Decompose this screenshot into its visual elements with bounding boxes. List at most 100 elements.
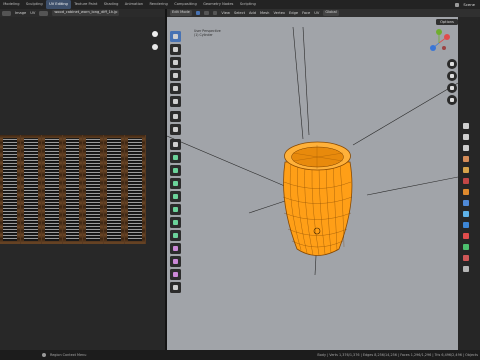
bevel-tool[interactable] <box>170 178 181 189</box>
object-props-icon[interactable] <box>463 189 469 195</box>
knife-tool[interactable] <box>170 204 181 215</box>
particles-icon[interactable] <box>463 211 469 217</box>
editor-type-button[interactable] <box>2 10 11 16</box>
workspace-tab[interactable]: UV Editing <box>45 0 72 9</box>
bevel-icon <box>173 181 178 186</box>
constraints-icon[interactable] <box>463 233 469 239</box>
workspace-tab[interactable]: Compositing <box>171 0 200 9</box>
loop-cut-tool[interactable] <box>170 191 181 202</box>
navigation-gizmo[interactable] <box>430 29 450 51</box>
status-hint: Region Context Menu <box>50 353 87 357</box>
vertex-select-icon[interactable] <box>195 10 201 16</box>
physics-icon[interactable] <box>463 222 469 228</box>
mesh-data-icon[interactable] <box>463 244 469 250</box>
scene-icon <box>455 2 459 7</box>
camera-view-button[interactable] <box>447 83 457 93</box>
knife-icon <box>173 207 178 212</box>
workspace-tab[interactable]: Sculpting <box>23 0 46 9</box>
scene-props-icon[interactable] <box>463 167 469 173</box>
viewport-scene <box>167 26 458 276</box>
workspace-tab[interactable]: Animation <box>122 0 147 9</box>
workspace-tab[interactable]: Modeling <box>0 0 23 9</box>
uv-menu-image[interactable]: Image <box>15 11 26 15</box>
uv-menu-uv[interactable]: UV <box>30 11 35 15</box>
texture-icon[interactable] <box>463 266 469 272</box>
wood-texture-image <box>0 135 146 244</box>
edge-select-icon[interactable] <box>204 10 209 16</box>
menu-vertex[interactable]: Vertex <box>273 11 285 15</box>
material-icon[interactable] <box>463 255 469 261</box>
scene-statistics: Body | Verts 1,376/1,376 | Edges 8,256/1… <box>317 353 478 357</box>
measure-tool[interactable] <box>170 124 181 135</box>
crosshair-icon <box>173 47 178 52</box>
world-props-icon[interactable] <box>463 178 469 184</box>
edge-slide-tool[interactable] <box>170 256 181 267</box>
smooth-icon <box>173 246 178 251</box>
pan-button[interactable] <box>447 71 457 81</box>
cursor-tool[interactable] <box>170 44 181 55</box>
shrink-icon <box>173 272 178 277</box>
spin-tool[interactable] <box>170 230 181 241</box>
tool-props-icon[interactable] <box>463 123 469 129</box>
view-layer-icon[interactable] <box>463 156 469 162</box>
modifier-icon[interactable] <box>463 200 469 206</box>
mode-selector[interactable]: Edit Mode <box>170 10 192 16</box>
cube-add-icon <box>173 142 178 147</box>
render-props-icon[interactable] <box>463 134 469 140</box>
workspace-tab[interactable]: Rendering <box>146 0 171 9</box>
transform-icon <box>173 99 178 104</box>
workspace-tab[interactable]: Texture Paint <box>71 0 101 9</box>
uv-island-mesh <box>44 138 59 241</box>
menu-face[interactable]: Face <box>302 11 310 15</box>
transform-orientation[interactable]: Global <box>323 10 339 16</box>
inset-icon <box>173 168 178 173</box>
shear-icon <box>173 285 178 290</box>
poly-build-tool[interactable] <box>170 217 181 228</box>
hand-icon <box>450 74 454 78</box>
add-cube-tool[interactable] <box>170 139 181 150</box>
camera-icon <box>450 86 454 90</box>
cursor-icon <box>173 34 178 39</box>
options-dropdown[interactable]: Options <box>436 19 458 25</box>
3d-viewport[interactable]: User Perspective (1) Cylinder <box>167 17 458 350</box>
pan-hand-icon[interactable] <box>152 44 158 50</box>
output-props-icon[interactable] <box>463 145 469 151</box>
workspace-tabs-bar: Modeling Sculpting UV Editing Texture Paint… <box>0 0 480 9</box>
face-select-icon[interactable] <box>212 10 218 16</box>
workspace-tab[interactable]: Geometry Nodes <box>200 0 237 9</box>
menu-view[interactable]: View <box>221 11 230 15</box>
tool-shelf <box>170 31 181 297</box>
transform-tool[interactable] <box>170 96 181 107</box>
smooth-tool[interactable] <box>170 243 181 254</box>
menu-add[interactable]: Add <box>249 11 256 15</box>
extrude-tool[interactable] <box>170 152 181 163</box>
move-tool[interactable] <box>170 57 181 68</box>
image-selector[interactable]: wood_cabinet_worn_long_diff_1k.jp <box>52 10 120 16</box>
menu-mesh[interactable]: Mesh <box>260 11 269 15</box>
scale-tool[interactable] <box>170 83 181 94</box>
uv-island-mesh <box>128 138 142 241</box>
menu-select[interactable]: Select <box>234 11 245 15</box>
menu-uv[interactable]: UV <box>314 11 319 15</box>
edge-slide-icon <box>173 259 178 264</box>
workspace-tab[interactable]: Scripting <box>237 0 259 9</box>
pencil-icon <box>173 114 178 119</box>
rotate-tool[interactable] <box>170 70 181 81</box>
annotate-tool[interactable] <box>170 111 181 122</box>
workspace-tab[interactable]: Shading <box>101 0 122 9</box>
select-box-tool[interactable] <box>170 31 181 42</box>
inset-tool[interactable] <box>170 165 181 176</box>
uv-island <box>41 135 62 244</box>
shear-tool[interactable] <box>170 282 181 293</box>
scene-selector[interactable]: Scene <box>463 0 475 9</box>
zoom-icon[interactable] <box>152 31 158 37</box>
shrink-fatten-tool[interactable] <box>170 269 181 280</box>
menu-edge[interactable]: Edge <box>289 11 298 15</box>
ortho-toggle-button[interactable] <box>447 95 457 105</box>
uv-island <box>62 135 83 244</box>
sync-selection-button[interactable] <box>39 10 49 16</box>
extrude-icon <box>173 155 178 160</box>
uv-island-mesh <box>86 138 101 241</box>
mouse-icon <box>42 353 46 357</box>
zoom-button[interactable] <box>447 59 457 69</box>
